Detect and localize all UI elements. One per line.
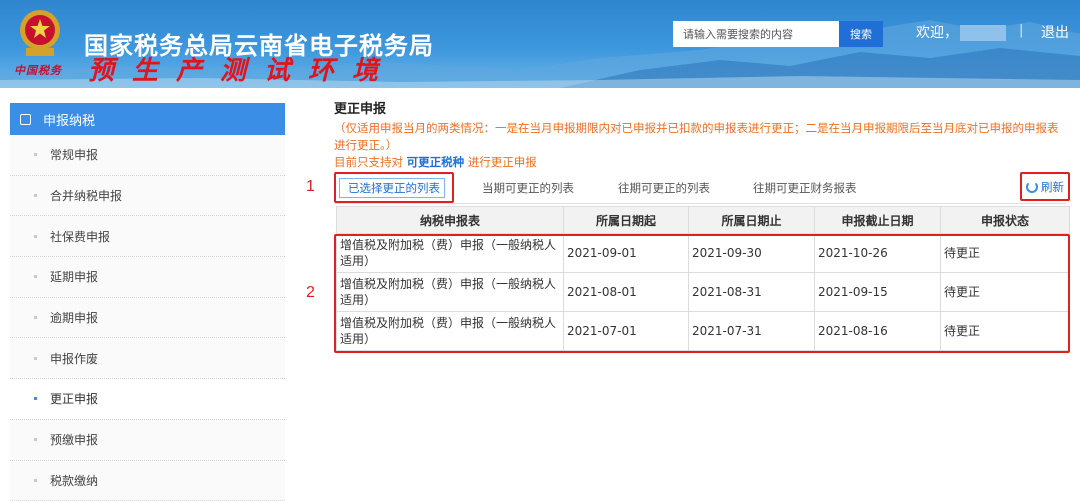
table-cell: 待更正 — [941, 312, 1070, 351]
welcome-text: 欢迎， — [916, 22, 958, 42]
column-header: 申报截止日期 — [815, 207, 941, 234]
table-cell: 2021-08-31 — [689, 273, 815, 312]
callout-number-1: 1 — [306, 178, 315, 196]
environment-title: 预生产测试环境 — [88, 50, 396, 87]
table-cell: 2021-09-01 — [564, 234, 689, 273]
site-header: 中国税务 国家税务总局云南省电子税务局 预生产测试环境 搜索 欢迎， | 退出 — [0, 0, 1080, 88]
search-button[interactable]: 搜索 — [839, 21, 883, 47]
table-cell: 2021-08-16 — [815, 312, 941, 351]
sidebar-item-correction-declaration[interactable]: 更正申报 — [10, 379, 285, 420]
bullet-icon — [34, 153, 37, 156]
header-separator: | — [1019, 23, 1023, 38]
tab-current-period[interactable]: 当期可更正的列表 — [482, 180, 574, 196]
tab-past-period[interactable]: 往期可更正的列表 — [618, 180, 710, 196]
sidebar-item-label: 常规申报 — [50, 146, 98, 163]
sidebar-item-void-declaration[interactable]: 申报作废 — [10, 338, 285, 379]
sidebar-item-label: 更正申报 — [50, 390, 98, 407]
table-cell: 2021-09-30 — [689, 234, 815, 273]
sidebar-item-social-insurance[interactable]: 社保费申报 — [10, 216, 285, 257]
callout-number-2: 2 — [306, 284, 315, 302]
correctable-tax-types-link[interactable]: 可更正税种 — [407, 155, 465, 169]
tab-past-financial-statements[interactable]: 往期可更正财务报表 — [753, 180, 857, 196]
menu-square-icon — [20, 114, 31, 125]
sidebar-item-label: 逾期申报 — [50, 309, 98, 326]
table-cell: 待更正 — [941, 234, 1070, 273]
bullet-icon — [34, 316, 37, 319]
sidebar-item-label: 税款缴纳 — [50, 472, 98, 489]
username-redacted — [960, 25, 1006, 41]
table-row[interactable]: 增值税及附加税（费）申报（一般纳税人适用） 2021-07-01 2021-07… — [337, 312, 1070, 351]
page-title: 更正申报 — [334, 100, 1070, 120]
bullet-icon — [34, 194, 37, 197]
bullet-icon — [34, 397, 37, 400]
sidebar-title: 申报纳税 — [43, 110, 95, 129]
table-row[interactable]: 增值税及附加税（费）申报（一般纳税人适用） 2021-09-01 2021-09… — [337, 234, 1070, 273]
table-cell: 2021-08-01 — [564, 273, 689, 312]
table-cell: 待更正 — [941, 273, 1070, 312]
main-content: 更正申报 （仅适用申报当月的两类情况：一是在当月申报期限内对已申报并已扣款的申报… — [334, 100, 1070, 171]
support-suffix: 进行更正申报 — [468, 155, 537, 169]
table-header-row: 纳税申报表 所属日期起 所属日期止 申报截止日期 申报状态 — [337, 207, 1070, 234]
sidebar-item-label: 社保费申报 — [50, 228, 110, 245]
table-cell: 增值税及附加税（费）申报（一般纳税人适用） — [337, 312, 564, 351]
support-prefix: 目前只支持对 — [334, 155, 403, 169]
column-header: 纳税申报表 — [337, 207, 564, 234]
search-input[interactable] — [673, 21, 839, 47]
correction-table: 纳税申报表 所属日期起 所属日期止 申报截止日期 申报状态 增值税及附加税（费）… — [336, 206, 1070, 351]
table-cell: 2021-07-31 — [689, 312, 815, 351]
sidebar-item-label: 合并纳税申报 — [50, 187, 122, 204]
sidebar-item-overdue-declaration[interactable]: 逾期申报 — [10, 298, 285, 339]
sidebar-item-label: 申报作废 — [50, 350, 98, 367]
table-cell: 2021-07-01 — [564, 312, 689, 351]
bullet-icon — [34, 357, 37, 360]
sidebar-item-label: 延期申报 — [50, 268, 98, 285]
bullet-icon — [34, 438, 37, 441]
tab-selected-list[interactable]: 已选择更正的列表 — [348, 180, 440, 196]
column-header: 所属日期止 — [689, 207, 815, 234]
refresh-button[interactable]: 刷新 — [1020, 172, 1070, 201]
slogan-logo-text: 中国税务 — [14, 62, 62, 78]
table-cell: 增值税及附加税（费）申报（一般纳税人适用） — [337, 234, 564, 273]
sidebar-item-consolidated-declaration[interactable]: 合并纳税申报 — [10, 176, 285, 217]
table-cell: 2021-10-26 — [815, 234, 941, 273]
table-row[interactable]: 增值税及附加税（费）申报（一般纳税人适用） 2021-08-01 2021-08… — [337, 273, 1070, 312]
column-header: 所属日期起 — [564, 207, 689, 234]
sidebar-item-prepayment-declaration[interactable]: 预缴申报 — [10, 420, 285, 461]
sidebar-item-regular-declaration[interactable]: 常规申报 — [10, 135, 285, 176]
table-cell: 2021-09-15 — [815, 273, 941, 312]
column-header: 申报状态 — [941, 207, 1070, 234]
sidebar: 申报纳税 常规申报 合并纳税申报 社保费申报 延期申报 逾期申报 申报作废 更正… — [10, 103, 285, 497]
bullet-icon — [34, 479, 37, 482]
sidebar-item-deferred-declaration[interactable]: 延期申报 — [10, 257, 285, 298]
bullet-icon — [34, 275, 37, 278]
logout-link[interactable]: 退出 — [1041, 22, 1069, 42]
refresh-label: 刷新 — [1041, 179, 1064, 195]
usage-note: （仅适用申报当月的两类情况：一是在当月申报期限内对已申报并已扣款的申报表进行更正… — [334, 120, 1060, 154]
support-note: 目前只支持对 可更正税种 进行更正申报 — [334, 154, 1070, 171]
table-cell: 增值税及附加税（费）申报（一般纳税人适用） — [337, 273, 564, 312]
bullet-icon — [34, 235, 37, 238]
refresh-icon — [1026, 181, 1038, 193]
sidebar-item-label: 预缴申报 — [50, 431, 98, 448]
sidebar-header[interactable]: 申报纳税 — [10, 103, 285, 135]
tax-emblem-icon — [16, 8, 64, 60]
tab-bar: 已选择更正的列表 当期可更正的列表 往期可更正的列表 往期可更正财务报表 刷新 — [334, 172, 1066, 204]
sidebar-item-tax-payment[interactable]: 税款缴纳 — [10, 461, 285, 501]
